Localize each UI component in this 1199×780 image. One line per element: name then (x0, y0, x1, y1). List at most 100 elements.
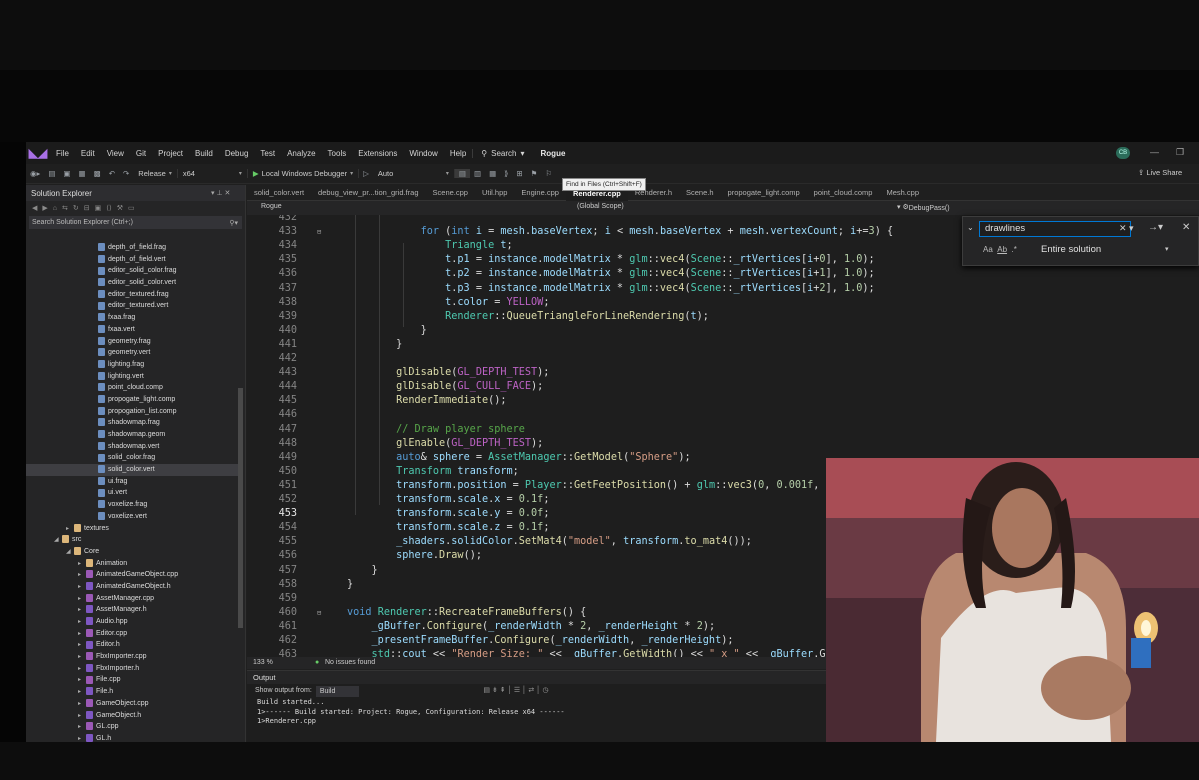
menu-window[interactable]: Window (403, 149, 443, 158)
menu-extensions[interactable]: Extensions (352, 149, 403, 158)
code-line[interactable]: // Draw player sphere (347, 424, 525, 435)
collapse-icon[interactable]: ⊟ (317, 609, 321, 617)
editor-tab[interactable]: debug_view_pr...tion_grid.frag (311, 185, 426, 201)
menu-build[interactable]: Build (189, 149, 219, 158)
open-icon[interactable]: ▣ (59, 169, 74, 178)
editor-tab[interactable]: point_cloud.comp (807, 185, 880, 201)
tree-item[interactable]: ▸ AssetManager.cpp (26, 593, 240, 605)
tree-item[interactable]: ▸ FbxImporter.cpp (26, 651, 240, 663)
tree-item[interactable]: depth_of_field.vert (26, 254, 240, 266)
sync-icon[interactable]: ⇆ (62, 204, 68, 212)
code-line[interactable]: Transform transform; (347, 466, 519, 477)
avatar[interactable]: CB (1116, 147, 1130, 159)
toolbar-icon[interactable]: ⊞ (512, 169, 526, 178)
menu-project[interactable]: Project (152, 149, 189, 158)
tree-item[interactable]: ▸ GameObject.h (26, 710, 240, 722)
save-all-icon[interactable]: ▩ (90, 169, 105, 178)
member-dropdown[interactable]: ▾ ⚙ DebugPass() (897, 203, 950, 212)
search-scope[interactable]: Entire solution (1041, 244, 1101, 255)
code-line[interactable]: void Renderer::RecreateFrameBuffers() { (347, 607, 586, 618)
undo-icon[interactable]: ↶ (105, 169, 119, 178)
code-line[interactable]: RenderImmediate(); (347, 395, 506, 406)
code-line[interactable]: glDisable(GL_DEPTH_TEST); (347, 367, 549, 378)
scope-dropdown[interactable]: (Global Scope) (577, 203, 624, 210)
tree-item[interactable]: shadowmap.geom (26, 429, 240, 441)
forward-icon[interactable]: ▶ (42, 204, 47, 212)
tree-item[interactable]: voxelize.frag (26, 499, 240, 511)
code-line[interactable]: glEnable(GL_DEPTH_TEST); (347, 438, 543, 449)
editor-tab[interactable]: propogate_light.comp (721, 185, 807, 201)
code-line[interactable]: } (347, 579, 353, 590)
tree-item[interactable]: ▸ GameObject.cpp (26, 698, 240, 710)
preview-icon[interactable]: ▭ (128, 204, 135, 212)
maximize-icon[interactable]: ❐ (1176, 147, 1184, 158)
project-dropdown[interactable]: Rogue (261, 203, 282, 210)
save-icon[interactable]: ▦ (75, 169, 90, 178)
code-line[interactable]: _shaders.solidColor.SetMat4("model", tra… (347, 536, 752, 547)
code-line[interactable]: sphere.Draw(); (347, 550, 482, 561)
code-line[interactable]: t.p2 = instance.modelMatrix * glm::vec4(… (347, 268, 875, 279)
refresh-icon[interactable]: ↻ (73, 204, 79, 212)
configuration-dropdown[interactable]: Release ▾ (133, 169, 178, 178)
editor-tab[interactable]: solid_color.vert (247, 185, 311, 201)
tree-item[interactable]: ▸ GL.cpp (26, 721, 240, 733)
pin-icon[interactable]: ▾ ⊥ ✕ (211, 189, 230, 197)
tree-item[interactable]: geometry.vert (26, 347, 240, 359)
tree-item[interactable]: ▸ AssetManager.h (26, 604, 240, 616)
tree-item[interactable]: ▸ Audio.hpp (26, 616, 240, 628)
tree-item[interactable]: editor_textured.vert (26, 300, 240, 312)
mode-dropdown[interactable]: Auto ▾ (373, 169, 455, 178)
editor-tab[interactable]: Util.hpp (475, 185, 514, 201)
collapse-icon[interactable]: ⊟ (317, 228, 321, 236)
scrollbar[interactable] (238, 388, 243, 628)
output-source-dropdown[interactable]: Build (315, 685, 360, 697)
tree-item[interactable]: ▸ AnimatedGameObject.cpp (26, 569, 240, 581)
tree-item[interactable]: shadowmap.frag (26, 417, 240, 429)
toolbar-icon[interactable]: ▦ (485, 169, 500, 178)
code-line[interactable]: transform.position = Player::GetFeetPosi… (347, 480, 832, 491)
code-line[interactable]: std::cout << "Render Size: " << _gBuffer… (347, 649, 826, 657)
code-line[interactable]: t.color = YELLOW; (347, 297, 549, 308)
tree-item[interactable]: geometry.frag (26, 336, 240, 348)
editor-tab[interactable]: Mesh.cpp (879, 185, 926, 201)
code-line[interactable]: transform.scale.z = 0.1f; (347, 522, 549, 533)
code-line[interactable]: transform.scale.y = 0.0f; (347, 508, 549, 519)
tree-item[interactable]: ◢ Core (26, 546, 240, 558)
tree-item[interactable]: fxaa.vert (26, 324, 240, 336)
tree-item[interactable]: depth_of_field.frag (26, 242, 240, 254)
tree-item[interactable]: point_cloud.comp (26, 382, 240, 394)
tree-item[interactable]: ▸ Editor.cpp (26, 628, 240, 640)
tree-item[interactable]: ui.vert (26, 487, 240, 499)
tree-item[interactable]: solid_color.vert (26, 464, 240, 476)
tree-item[interactable]: ▸ AnimatedGameObject.h (26, 581, 240, 593)
menu-view[interactable]: View (101, 149, 130, 158)
editor-tab[interactable]: Engine.cpp (514, 185, 566, 201)
tree-item[interactable]: ▸ File.h (26, 686, 240, 698)
editor-tab[interactable]: Scene.cpp (426, 185, 475, 201)
code-line[interactable]: transform.scale.x = 0.1f; (347, 494, 549, 505)
code-line[interactable]: for (int i = mesh.baseVertex; i < mesh.b… (347, 226, 893, 237)
code-line[interactable]: } (347, 325, 427, 336)
tree-item[interactable]: propogate_light.comp (26, 394, 240, 406)
start-without-debugging-icon[interactable]: ▷ (359, 169, 373, 178)
tree-item[interactable]: ▸ textures (26, 523, 240, 535)
code-line[interactable]: t.p1 = instance.modelMatrix * glm::vec4(… (347, 254, 875, 265)
tree-item[interactable]: editor_solid_color.frag (26, 265, 240, 277)
toolbar-icon[interactable]: ⚐ (541, 169, 556, 178)
toolbar-icon[interactable]: ⟫ (500, 169, 512, 178)
redo-icon[interactable]: ↷ (119, 169, 133, 178)
clear-icon[interactable]: ✕ ▾ (1119, 223, 1134, 234)
new-file-icon[interactable]: ▤ (44, 169, 59, 178)
home-icon[interactable]: ⌂ (53, 205, 57, 212)
tree-item[interactable]: ▸ File.cpp (26, 674, 240, 686)
menu-git[interactable]: Git (130, 149, 152, 158)
issues-status[interactable]: No issues found (325, 659, 375, 666)
toggle-replace-icon[interactable]: ⌄ (967, 223, 974, 232)
code-line[interactable]: _gBuffer.Configure(_renderWidth * 2, _re… (347, 621, 716, 632)
code-line[interactable]: auto& sphere = AssetManager::GetModel("S… (347, 452, 691, 463)
solution-search-input[interactable]: Search Solution Explorer (Ctrl+;) ⚲▾ (29, 216, 242, 229)
code-line[interactable]: glDisable(GL_CULL_FACE); (347, 381, 543, 392)
back-icon[interactable]: ◉▸ (26, 169, 44, 178)
menu-help[interactable]: Help (444, 149, 472, 158)
find-next-icon[interactable]: →▾ (1148, 222, 1163, 233)
